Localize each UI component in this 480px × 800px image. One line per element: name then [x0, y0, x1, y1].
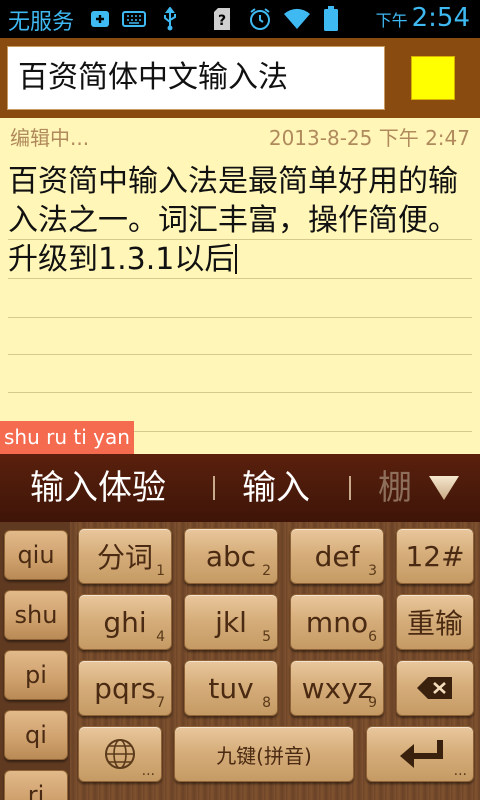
key-digit: 8: [262, 695, 271, 711]
key-label: def: [314, 539, 360, 573]
sim-glyph: ?: [218, 13, 226, 29]
note-text-area[interactable]: 百资简中输入法是最简单好用的输入法之一。词汇丰富，操作简便。升级到1.3.1以后: [8, 162, 472, 279]
note-text: 百资简中输入法是最简单好用的输入法之一。词汇丰富，操作简便。升级到1.3.1以后: [8, 164, 458, 277]
alarm-icon: [246, 8, 274, 30]
key-label: jkl: [215, 605, 247, 639]
key-label: abc: [205, 539, 257, 573]
keyboard: qiu shu pi qi ri 分词 1 abc 2 def 3 12# gh…: [0, 522, 480, 800]
status-bar: 无服务 ? 下午 2:54: [0, 0, 480, 38]
battery-icon: [320, 6, 342, 31]
pinyin-options-column: qiu shu pi qi ri: [0, 522, 70, 800]
key-6[interactable]: mno 6: [290, 594, 384, 650]
sim-unknown-icon: ?: [212, 8, 232, 30]
note-status: 编辑中...: [10, 126, 90, 150]
enter-key[interactable]: ...: [366, 726, 474, 782]
more-indicator: ...: [453, 763, 467, 779]
retype-key[interactable]: 重输: [396, 594, 474, 650]
key-label: pqrs: [94, 671, 156, 705]
key-label: mno: [305, 605, 369, 639]
key-label: 分词: [96, 541, 153, 574]
space-label: 九键(拼音): [216, 743, 312, 768]
text-caret: [235, 244, 238, 274]
key-digit: 4: [156, 629, 165, 645]
key-digit: 7: [156, 695, 165, 711]
key-2[interactable]: abc 2: [184, 528, 278, 584]
key-label: wxyz: [301, 671, 373, 705]
key-digit: 1: [156, 563, 165, 579]
usb-icon: [158, 7, 182, 31]
note-date: 2013-8-25 下午 2:47: [268, 126, 470, 150]
candidate-separator: [213, 476, 215, 500]
candidate-item[interactable]: 输入体验: [30, 466, 166, 510]
backspace-icon: [417, 677, 452, 699]
status-clock: 下午 2:54: [376, 3, 470, 33]
ruled-line: [8, 317, 472, 318]
composing-pinyin: shu ru ti yan: [0, 421, 134, 454]
pinyin-option[interactable]: qi: [4, 710, 68, 760]
candidate-separator: [349, 476, 351, 500]
key-5[interactable]: jkl 5: [184, 594, 278, 650]
candidate-item[interactable]: 输入: [242, 466, 310, 510]
wifi-icon: [282, 8, 312, 30]
note-body[interactable]: 编辑中... 2013-8-25 下午 2:47 百资简中输入法是最简单好用的输…: [0, 118, 480, 454]
pinyin-option[interactable]: qiu: [4, 530, 68, 580]
key-1[interactable]: 分词 1: [78, 528, 172, 584]
backspace-key[interactable]: [396, 660, 474, 716]
title-bar: 百资简体中文输入法: [0, 38, 480, 118]
key-3[interactable]: def 3: [290, 528, 384, 584]
expand-candidates-button[interactable]: [420, 466, 468, 510]
space-key[interactable]: 九键(拼音): [174, 726, 354, 782]
globe-icon: [105, 739, 135, 769]
note-color-button[interactable]: [411, 56, 455, 100]
key-label: 重输: [406, 607, 463, 640]
key-7[interactable]: pqrs 7: [78, 660, 172, 716]
note-title-input[interactable]: 百资简体中文输入法: [7, 46, 385, 110]
key-digit: 9: [368, 695, 377, 711]
pinyin-option[interactable]: pi: [4, 650, 68, 700]
note-meta: 编辑中... 2013-8-25 下午 2:47: [0, 118, 480, 152]
key-9[interactable]: wxyz 9: [290, 660, 384, 716]
key-digit: 5: [262, 629, 271, 645]
clock-ampm: 下午: [375, 11, 408, 30]
more-indicator: ...: [141, 763, 155, 779]
language-key[interactable]: ...: [78, 726, 162, 782]
candidate-bar: 输入体验 输入 棚: [0, 454, 480, 522]
clock-time: 2:54: [411, 3, 470, 33]
key-digit: 3: [368, 563, 377, 579]
symbols-key[interactable]: 12#: [396, 528, 474, 584]
key-8[interactable]: tuv 8: [184, 660, 278, 716]
key-digit: 2: [262, 563, 271, 579]
key-label: 12#: [405, 539, 465, 573]
key-digit: 6: [368, 629, 377, 645]
keyboard-icon: [120, 8, 148, 30]
candidate-item[interactable]: 棚: [378, 466, 412, 510]
enter-icon: [400, 740, 443, 768]
key-4[interactable]: ghi 4: [78, 594, 172, 650]
pinyin-option[interactable]: ri: [4, 770, 68, 800]
carrier-label: 无服务: [8, 10, 75, 35]
pinyin-option[interactable]: shu: [4, 590, 68, 640]
add-box-icon: [88, 8, 112, 30]
key-label: ghi: [103, 605, 147, 639]
triangle-down-icon: [429, 476, 459, 500]
key-label: tuv: [208, 671, 254, 705]
ruled-line: [8, 354, 472, 355]
ruled-line: [8, 392, 472, 393]
